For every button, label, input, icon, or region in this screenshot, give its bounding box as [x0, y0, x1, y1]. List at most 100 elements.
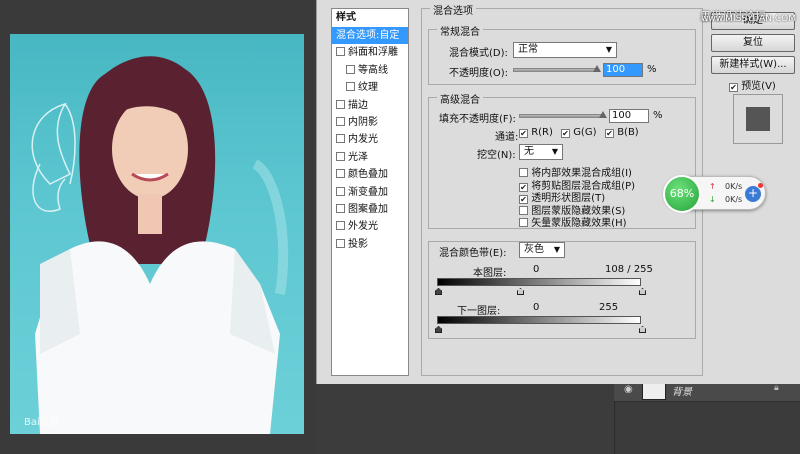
this-layer-label: 本图层:: [473, 268, 507, 279]
style-checkbox[interactable]: [336, 203, 345, 213]
photo-image: Bai百度: [10, 34, 304, 434]
underlying-layer-gradient[interactable]: [437, 316, 641, 324]
blend-mode-select[interactable]: 正常 ▼: [513, 42, 617, 58]
channel-r-checkbox[interactable]: R(R): [519, 127, 553, 138]
style-checkbox[interactable]: [346, 64, 355, 74]
style-item[interactable]: 外发光: [332, 218, 408, 235]
general-blending-title: 常规混合: [437, 23, 483, 38]
blend-if-select[interactable]: 灰色 ▼: [519, 242, 565, 258]
style-checkbox[interactable]: [336, 47, 345, 57]
style-checkbox[interactable]: [336, 169, 345, 179]
underlying-black-stop[interactable]: [435, 326, 442, 333]
layer-name: 背景: [672, 387, 692, 398]
plus-icon[interactable]: +: [745, 186, 761, 202]
layers-panel: [614, 402, 800, 454]
this-layer-white-stop-right[interactable]: [639, 288, 646, 295]
style-item[interactable]: 投影: [332, 236, 408, 253]
chevron-down-icon: ▼: [605, 45, 612, 54]
style-item[interactable]: 渐变叠加: [332, 184, 408, 201]
style-checkbox[interactable]: [336, 151, 345, 161]
advanced-option-checkbox[interactable]: [519, 218, 528, 227]
fill-opacity-label: 填充不透明度(F):: [439, 114, 516, 125]
style-preview: [733, 94, 783, 144]
knockout-select[interactable]: 无 ▼: [519, 144, 563, 160]
reset-button[interactable]: 复位: [711, 34, 795, 52]
this-layer-white-stop-left[interactable]: [517, 288, 524, 295]
opacity-input[interactable]: 100: [603, 63, 643, 77]
checkbox-g[interactable]: [561, 129, 570, 138]
styles-title[interactable]: 样式: [332, 9, 408, 27]
underlying-low-value: 0: [533, 302, 540, 313]
advanced-option[interactable]: 矢量蒙版隐藏效果(H): [519, 214, 627, 229]
document-canvas[interactable]: Bai百度: [0, 0, 316, 454]
style-item[interactable]: 斜面和浮雕: [332, 44, 408, 61]
style-item-label: 描边: [348, 99, 368, 111]
style-item-label: 图案叠加: [348, 203, 388, 215]
download-speed: 0K/s: [725, 195, 743, 204]
channel-b-checkbox[interactable]: B(B): [605, 127, 639, 138]
underlying-high-value: 255: [599, 302, 619, 313]
style-item-label: 斜面和浮雕: [348, 47, 398, 59]
style-item[interactable]: 描边: [332, 97, 408, 114]
style-item[interactable]: 内发光: [332, 131, 408, 148]
advanced-option-label: 矢量蒙版隐藏效果(H): [531, 218, 627, 229]
blend-mode-value: 正常: [518, 44, 538, 55]
style-item[interactable]: 混合选项:自定: [332, 27, 408, 45]
blending-options-title: 混合选项: [430, 2, 476, 17]
channel-r-label: R(R): [531, 127, 553, 138]
style-item[interactable]: 颜色叠加: [332, 166, 408, 183]
style-item-label: 颜色叠加: [348, 169, 388, 181]
style-item[interactable]: 等高线: [332, 62, 408, 79]
style-checkbox[interactable]: [346, 82, 355, 92]
style-item-label: 光泽: [348, 151, 368, 163]
style-checkbox[interactable]: [336, 221, 345, 231]
underlying-white-stop[interactable]: [639, 326, 646, 333]
blending-options-group: 混合选项 常规混合 混合模式(D): 正常 ▼ 不透明度(O): 100 % 高…: [421, 2, 703, 376]
eye-icon[interactable]: ◉: [624, 384, 633, 395]
this-layer-black-stop[interactable]: [435, 288, 442, 295]
style-item-label: 混合选项:自定: [336, 30, 400, 41]
this-layer-gradient[interactable]: [437, 278, 641, 286]
opacity-slider[interactable]: [513, 68, 599, 72]
style-checkbox[interactable]: [336, 134, 345, 144]
general-blending-group: 常规混合 混合模式(D): 正常 ▼ 不透明度(O): 100 %: [428, 23, 696, 85]
style-checkbox[interactable]: [336, 238, 345, 248]
channel-g-checkbox[interactable]: G(G): [561, 127, 597, 138]
channel-g-label: G(G): [573, 127, 597, 138]
memory-percent: 68%: [663, 175, 701, 213]
checkbox-r[interactable]: [519, 129, 528, 138]
fill-opacity-input[interactable]: 100: [609, 109, 649, 123]
site-url: www.MISSYUAN.COM: [701, 14, 796, 24]
preview-label: 预览(V): [741, 81, 776, 92]
style-checkbox[interactable]: [336, 186, 345, 196]
network-speed-widget[interactable]: 68% ↑ 0K/s ↓ 0K/s +: [663, 175, 766, 213]
advanced-blending-title: 高级混合: [437, 91, 483, 106]
opacity-percent: %: [647, 64, 657, 75]
style-item-label: 内发光: [348, 134, 378, 146]
new-style-button[interactable]: 新建样式(W)...: [711, 56, 795, 74]
this-layer-low-value: 0: [533, 264, 540, 275]
blend-if-value: 灰色: [524, 244, 544, 255]
style-item-label: 纹理: [358, 82, 378, 94]
preview-check[interactable]: [729, 83, 738, 92]
upload-speed: 0K/s: [725, 182, 743, 191]
style-checkbox[interactable]: [336, 99, 345, 109]
opacity-label: 不透明度(O):: [449, 68, 509, 79]
channels-label: 通道:: [495, 132, 519, 143]
blend-if-group: 混合颜色带(E): 灰色 ▼ 本图层: 0 108 / 255 下一图层: 0 …: [428, 241, 696, 339]
style-item[interactable]: 光泽: [332, 149, 408, 166]
chevron-down-icon: ▼: [553, 245, 560, 254]
blend-mode-label: 混合模式(D):: [449, 48, 508, 59]
chevron-down-icon: ▼: [551, 147, 558, 156]
preview-checkbox[interactable]: 预览(V): [729, 77, 776, 92]
style-checkbox[interactable]: [336, 116, 345, 126]
photo-credit: Bai百度: [24, 417, 60, 428]
style-item[interactable]: 图案叠加: [332, 201, 408, 218]
style-item[interactable]: 纹理: [332, 79, 408, 96]
fill-opacity-slider[interactable]: [519, 114, 605, 118]
opacity-slider-thumb[interactable]: [593, 65, 601, 72]
checkbox-b[interactable]: [605, 129, 614, 138]
fill-opacity-slider-thumb[interactable]: [599, 111, 607, 118]
style-item-label: 投影: [348, 238, 368, 250]
style-item[interactable]: 内阴影: [332, 114, 408, 131]
